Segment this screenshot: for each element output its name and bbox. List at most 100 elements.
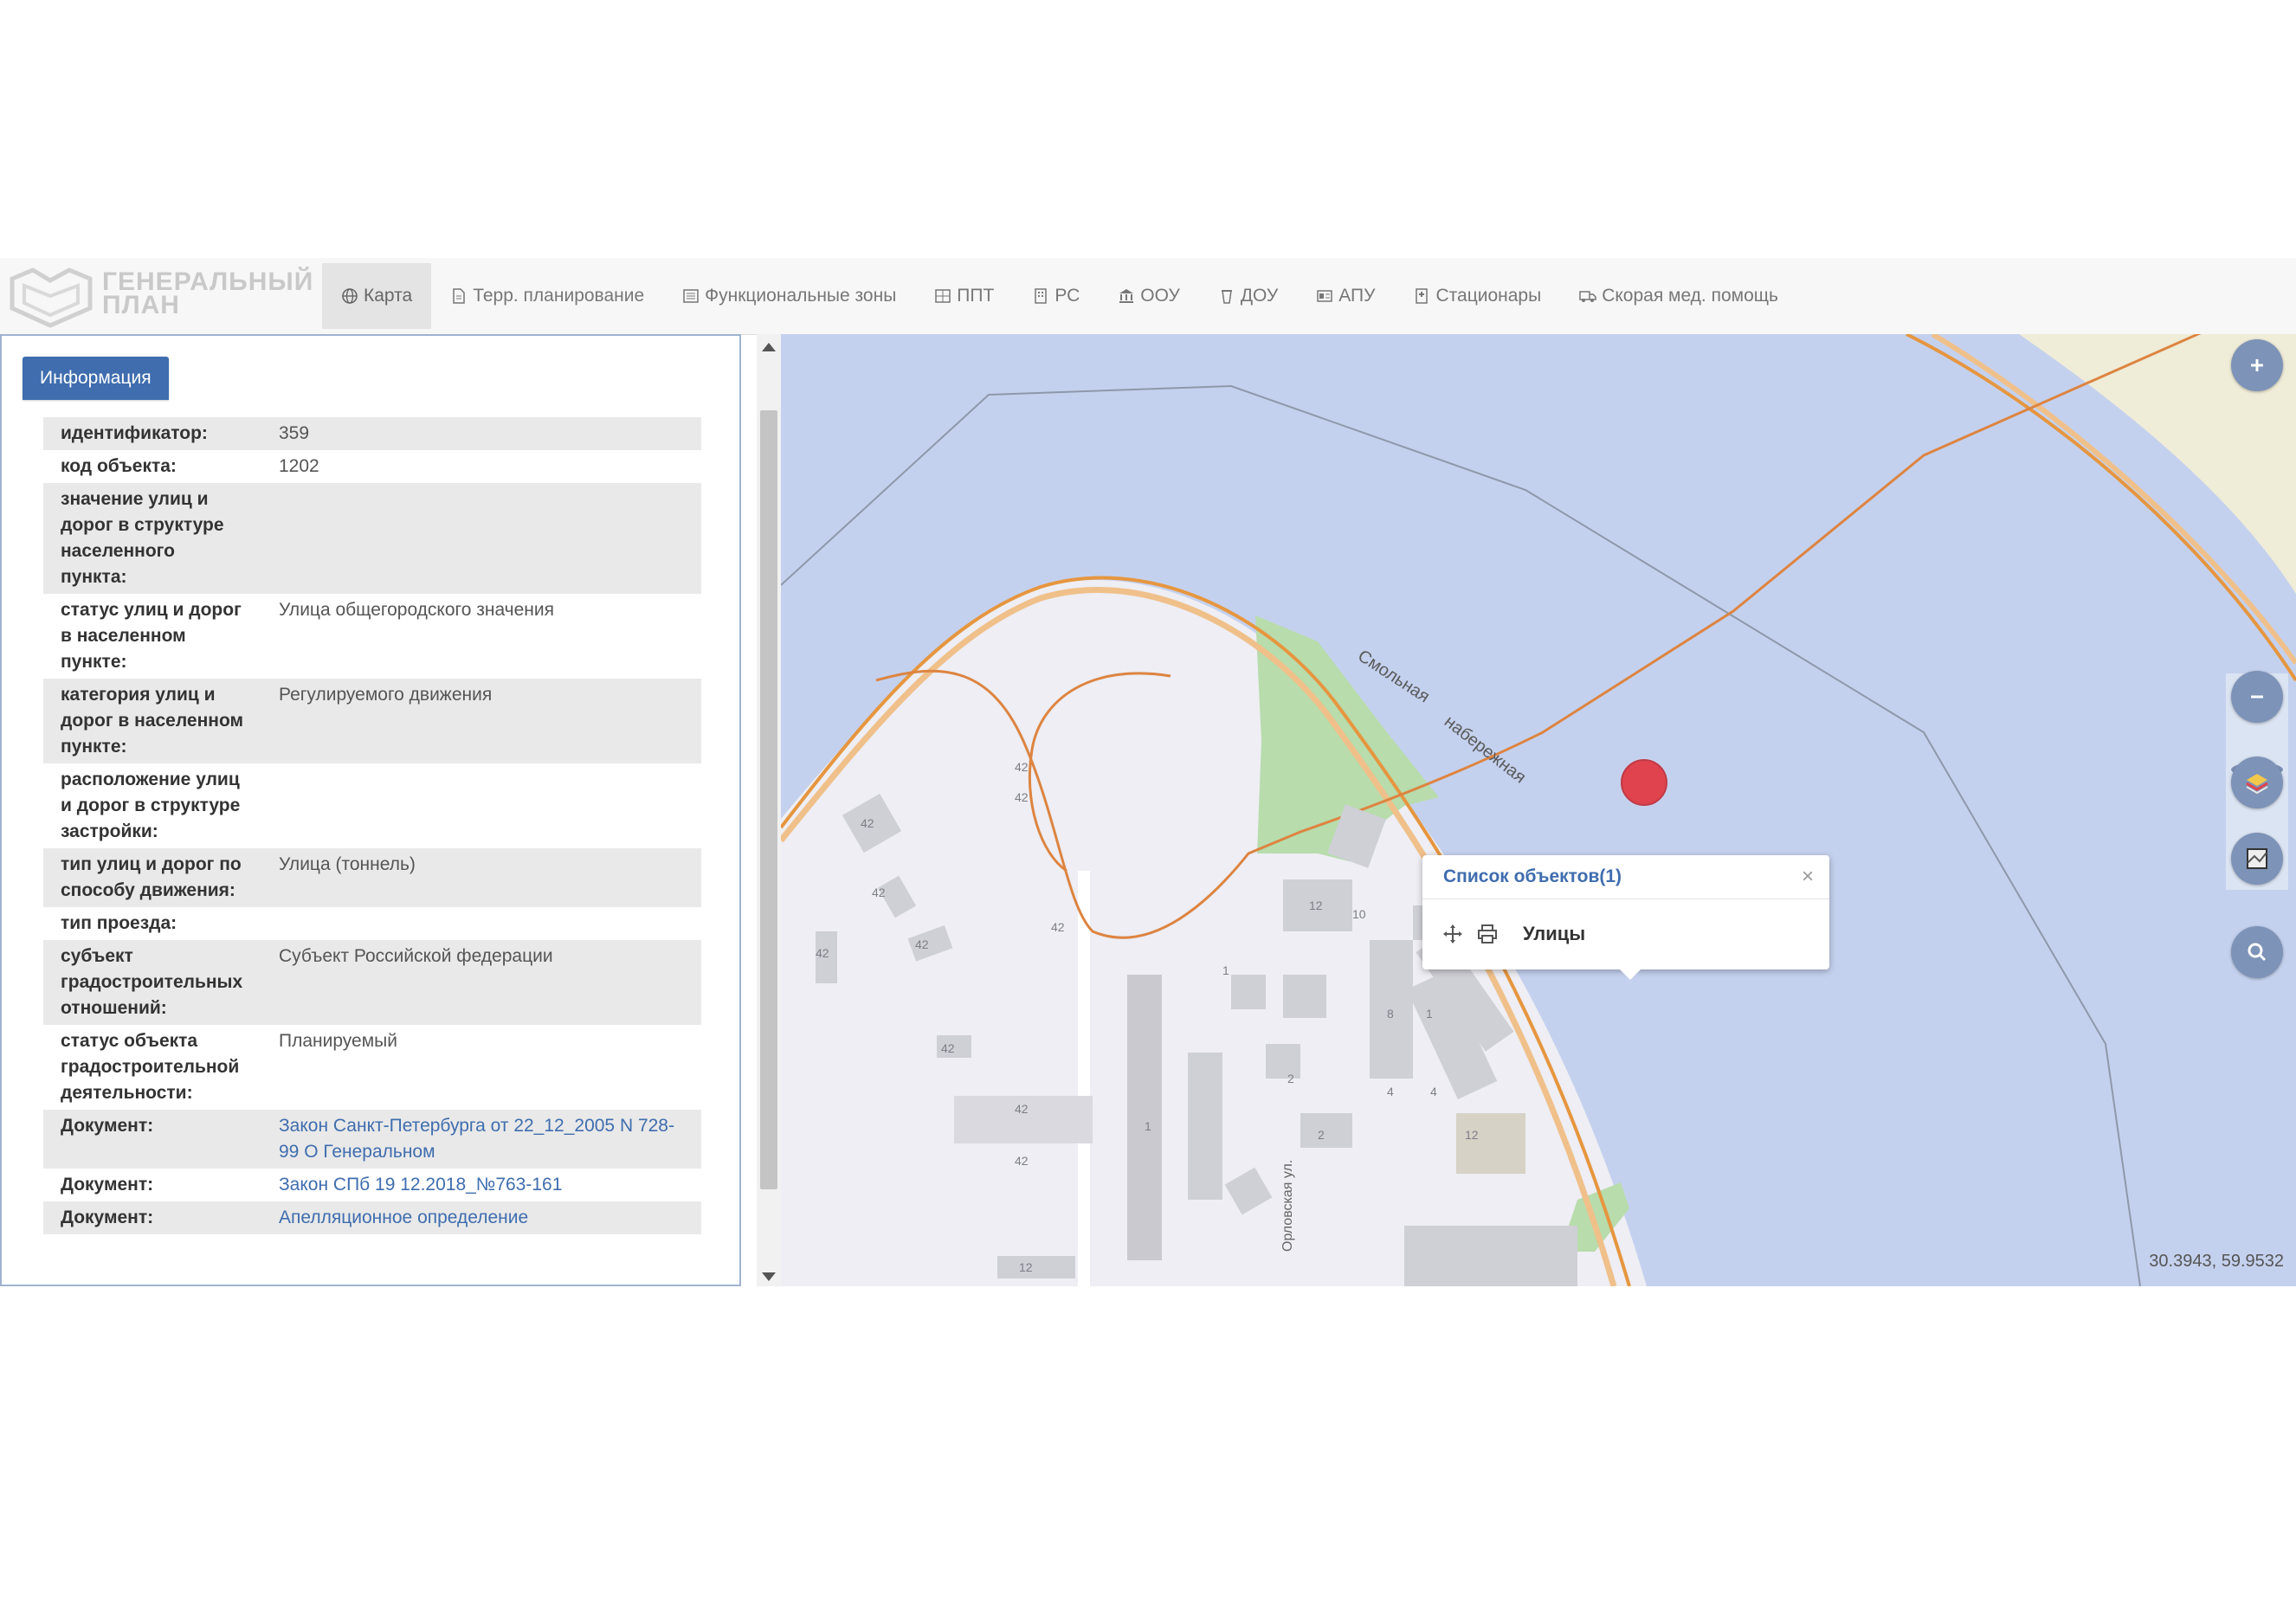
zoom-out-button[interactable]	[2231, 671, 2283, 723]
building-number: 42	[816, 946, 829, 960]
building-number: 8	[1387, 1007, 1394, 1021]
document-icon	[450, 287, 468, 305]
table-row: код объекта: 1202	[43, 450, 701, 483]
attr-value: 1202	[279, 456, 319, 476]
building-number: 42	[915, 937, 929, 951]
info-panel-scrollbar[interactable]	[757, 334, 781, 1286]
table-row: статус улиц и дорог в населенном пункте:…	[43, 594, 701, 679]
table-row: Документ: Апелляционное определение	[43, 1201, 701, 1234]
attr-key: идентификатор:	[43, 417, 261, 450]
attr-key: расположение улиц и дорог в структуре за…	[61, 770, 241, 841]
institution-icon	[1118, 287, 1135, 305]
attr-key: тип проезда:	[61, 913, 177, 933]
logo-text: ГЕНЕРАЛЬНЫЙ ПЛАН	[102, 267, 314, 319]
table-row: значение улиц и дорог в структуре населе…	[43, 483, 701, 594]
main-nav: Карта Терр. планирование Функциональные …	[322, 263, 1797, 329]
building-number: 42	[1015, 760, 1029, 774]
print-icon[interactable]	[1476, 923, 1499, 945]
attr-key: Документ:	[61, 1175, 154, 1195]
attr-value: 359	[261, 417, 701, 450]
popup-pointer	[1620, 969, 1641, 980]
close-icon[interactable]: ×	[1802, 855, 1814, 898]
attr-key: значение улиц и дорог в структуре населе…	[43, 483, 261, 594]
attr-key: Документ:	[43, 1110, 261, 1169]
id-card-icon	[1316, 287, 1333, 305]
attr-value	[261, 483, 701, 594]
scroll-thumb[interactable]	[760, 410, 777, 1189]
building-number: 2	[1287, 1072, 1294, 1085]
zoom-out-icon	[2251, 695, 2263, 699]
app-logo[interactable]: ГЕНЕРАЛЬНЫЙ ПЛАН	[7, 263, 313, 329]
nav-tab-ambulance[interactable]: Скорая мед. помощь	[1560, 263, 1797, 329]
attr-value: Планируемый	[279, 1031, 398, 1051]
nav-tab-rs[interactable]: РС	[1013, 263, 1099, 329]
attr-value: Улица (тоннель)	[261, 848, 701, 907]
building-number: 4	[1430, 1085, 1437, 1098]
nav-tab-ppt[interactable]: ППТ	[915, 263, 1013, 329]
attr-key: код объекта:	[61, 456, 177, 476]
building-number: 10	[1352, 907, 1366, 921]
ambulance-icon	[1579, 287, 1596, 305]
table-row: тип улиц и дорог по способу движения: Ули…	[43, 848, 701, 907]
building-number: 42	[872, 886, 886, 899]
building-number: 42	[861, 816, 874, 830]
side-street-label: Орловская ул.	[1280, 1160, 1295, 1252]
building-number: 1	[1426, 1007, 1433, 1021]
nav-tab-dou[interactable]: ДОУ	[1199, 263, 1297, 329]
building-number: 42	[1015, 1102, 1029, 1116]
search-button[interactable]	[2231, 926, 2283, 978]
map-frame-icon	[2247, 848, 2267, 869]
building-number: 1	[1222, 963, 1229, 977]
attr-value: Улица общегородского значения	[279, 600, 554, 620]
popup-layer-label: Улицы	[1523, 923, 1586, 944]
search-icon	[2248, 943, 2267, 962]
table-row: статус объекта градостроительной деятель…	[43, 1025, 701, 1110]
building-number: 12	[1309, 898, 1323, 912]
building-number: 1	[1145, 1119, 1151, 1133]
info-tab[interactable]: Информация	[23, 357, 169, 400]
nav-tab-functional-zones[interactable]: Функциональные зоны	[663, 263, 915, 329]
map-frame-button[interactable]	[2231, 833, 2283, 885]
document-link[interactable]: Закон СПб 19 12.2018_№763-161	[279, 1175, 562, 1195]
globe-icon	[341, 287, 358, 305]
nav-tab-hospitals[interactable]: Стационары	[1394, 263, 1560, 329]
coordinates-readout: 30.3943, 59.9532	[2149, 1252, 2284, 1271]
popup-title: Список объектов(1)	[1443, 866, 1622, 886]
nav-tab-oou[interactable]: ООУ	[1099, 263, 1199, 329]
attr-key: Документ:	[43, 1201, 261, 1234]
map-canvas[interactable]: 42 42 42 42 42 42 42 42 42 42 12 10 1 1 …	[781, 334, 2296, 1286]
building-number: 42	[1015, 790, 1029, 804]
zoom-in-button[interactable]	[2231, 339, 2283, 391]
map-view[interactable]: 42 42 42 42 42 42 42 42 42 42 12 10 1 1 …	[781, 334, 2296, 1286]
child-icon	[1218, 287, 1235, 305]
selected-object-marker[interactable]	[1621, 759, 1667, 806]
attr-key: статус объекта градостроительной деятель…	[61, 1031, 240, 1103]
app-window: ГЕНЕРАЛЬНЫЙ ПЛАН Карта Терр. планировани…	[0, 258, 2296, 1290]
layers-button[interactable]	[2231, 757, 2283, 808]
attr-value: Регулируемого движения	[261, 679, 701, 763]
table-row: идентификатор: 359	[43, 417, 701, 450]
building-number: 2	[1318, 1128, 1325, 1142]
logo-emblem-icon	[10, 267, 93, 328]
table-row: расположение улиц и дорог в структуре за…	[43, 763, 701, 848]
move-icon[interactable]	[1441, 923, 1464, 945]
nav-tab-terr-planning[interactable]: Терр. планирование	[431, 263, 663, 329]
attr-key: тип улиц и дорог по способу движения:	[43, 848, 261, 907]
attr-key: субъект градостроительных отношений:	[43, 940, 261, 1025]
attr-value: Субъект Российской федерации	[261, 940, 701, 1025]
building-number: 42	[1051, 920, 1065, 934]
scroll-down-icon[interactable]	[762, 1272, 776, 1281]
nav-tab-map[interactable]: Карта	[322, 263, 432, 329]
info-panel: Информация идентификатор: 359 код объекта…	[0, 334, 741, 1286]
table-row: Документ: Закон Санкт-Петербурга от 22_12…	[43, 1110, 701, 1169]
building-number: 42	[941, 1041, 955, 1055]
document-link[interactable]: Апелляционное определение	[279, 1208, 528, 1227]
nav-tab-apu[interactable]: АПУ	[1297, 263, 1394, 329]
list-icon	[682, 287, 700, 305]
building-number: 4	[1387, 1085, 1394, 1098]
popup-object-row[interactable]: Улицы	[1422, 899, 1829, 969]
table-row: тип проезда:	[43, 907, 701, 940]
scroll-up-icon[interactable]	[762, 343, 776, 351]
document-link[interactable]: Закон Санкт-Петербурга от 22_12_2005 N 7…	[279, 1116, 674, 1162]
building-number: 12	[1019, 1260, 1033, 1274]
